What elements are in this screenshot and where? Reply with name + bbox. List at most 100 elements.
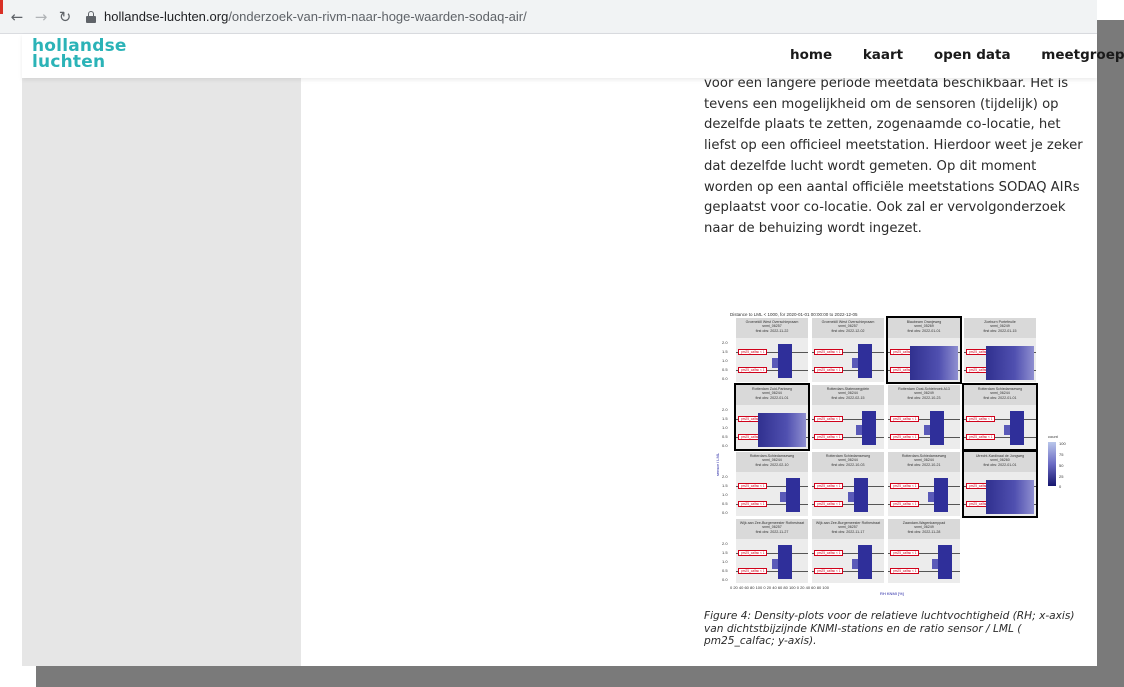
y-tick-label: 2.0 bbox=[722, 407, 728, 412]
panel-header: Groenekill West Overschiepraam snmi_06257… bbox=[812, 318, 884, 338]
density-cloud bbox=[910, 346, 958, 380]
site-logo[interactable]: hollandse luchten bbox=[32, 38, 127, 71]
panel-plot-area: pm25_calfac < 1 pm25_calfac < 1 bbox=[812, 338, 884, 382]
legend-value: 50 bbox=[1059, 463, 1064, 468]
density-cloud bbox=[854, 478, 868, 512]
x-axis-ticks: 0 20 40 60 80 100 0 20 40 60 80 100 0 20… bbox=[730, 585, 829, 590]
main-nav: home kaart open data meetgroepen bbox=[790, 47, 1124, 63]
panel-first-obs: first obs: 2022-01-01 bbox=[907, 328, 941, 333]
panel-plot-area: pm25_calfac < 1 pm25_calfac < 1 bbox=[888, 472, 960, 516]
panel-plot-area: pm25_calfac < 1 pm25_calfac < 1 bbox=[888, 539, 960, 583]
y-tick-label: 0.5 bbox=[722, 367, 728, 372]
y-tick-label: 0.5 bbox=[722, 434, 728, 439]
legend-value: 100 bbox=[1059, 441, 1066, 446]
y-tick-label: 2.0 bbox=[722, 340, 728, 345]
backdrop-bottom bbox=[36, 666, 1124, 687]
density-panel: Groenekill West Overschiepraam snmi_06257… bbox=[736, 318, 808, 382]
panel-header: Wijk aan Zee-Burgemeester Rothestraat snm… bbox=[736, 519, 808, 539]
nav-open-data[interactable]: open data bbox=[934, 47, 1011, 63]
density-cloud bbox=[930, 411, 944, 445]
y-tick-label: 0.0 bbox=[722, 577, 728, 582]
panel-header: Zoeburn Portefeuile snmi_06249 first obs: … bbox=[964, 318, 1036, 338]
panel-first-obs: first obs: 2022-01-01 bbox=[983, 395, 1017, 400]
density-cloud bbox=[786, 478, 800, 512]
panel-first-obs: first obs: 2022-02-15 bbox=[831, 395, 865, 400]
count-legend: count 100 75 50 25 0 bbox=[1048, 434, 1072, 494]
browser-address-bar: ← → ↻ hollandse-luchten.org/onderzoek-va… bbox=[0, 0, 1097, 34]
y-tick-label: 2.0 bbox=[722, 541, 728, 546]
panel-header: Rotterdam Zuid-Parkweg snmi_06244 first ob… bbox=[736, 385, 808, 405]
nav-kaart[interactable]: kaart bbox=[863, 47, 903, 63]
panel-tag: pm25_calfac < 1 bbox=[814, 550, 844, 556]
panel-first-obs: first obs: 2022-11-27 bbox=[755, 529, 789, 534]
density-cloud bbox=[778, 545, 792, 579]
panel-plot-area: pm25_calfac < 1 pm25_calfac < 1 bbox=[888, 338, 960, 382]
density-panel: Rotterdam Schiedamseweg snmi_06244 first o… bbox=[962, 383, 1038, 451]
density-panel: Zaandam-Wagenkamppad snmi_06249 first obs:… bbox=[888, 519, 960, 583]
panel-header: Utrecht-Kardinaal de Jongweg snmi_06260 fi… bbox=[964, 452, 1036, 472]
y-tick-label: 0.0 bbox=[722, 510, 728, 515]
panel-tag: pm25_calfac < 1 bbox=[814, 367, 844, 373]
x-axis-label: RH KNMI [%] bbox=[880, 591, 904, 596]
y-tick-label: 1.0 bbox=[722, 492, 728, 497]
density-panel: Wijk aan Zee-Burgemeester Rothestraat snm… bbox=[812, 519, 884, 583]
lock-icon[interactable] bbox=[86, 11, 96, 23]
panel-first-obs: first obs: 2022-01-01 bbox=[755, 395, 789, 400]
panel-plot-area: pm25_calfac < 1 pm25_calfac < 1 bbox=[964, 405, 1036, 449]
panel-tag: pm25_calfac < 1 bbox=[814, 483, 844, 489]
y-tick-label: 1.5 bbox=[722, 349, 728, 354]
panel-plot-area: pm25_calfac < 1 pm25_calfac < 1 bbox=[736, 405, 808, 449]
y-tick-label: 1.0 bbox=[722, 559, 728, 564]
panel-tag: pm25_calfac < 1 bbox=[966, 434, 996, 440]
panel-header: Groenekill West Overschiepraam snmi_06257… bbox=[736, 318, 808, 338]
nav-home[interactable]: home bbox=[790, 47, 832, 63]
density-cloud bbox=[862, 411, 876, 445]
panel-tag: pm25_calfac < 1 bbox=[814, 501, 844, 507]
panel-first-obs: first obs: 2022-11-28 bbox=[907, 529, 941, 534]
panel-tag: pm25_calfac < 1 bbox=[814, 568, 844, 574]
panel-first-obs: first obs: 2022-02-10 bbox=[755, 462, 789, 467]
panel-plot-area: pm25_calfac < 1 pm25_calfac < 1 bbox=[812, 539, 884, 583]
density-panel: Rotterdam Zuid-Parkweg snmi_06244 first ob… bbox=[734, 383, 810, 451]
panel-header: Rotterdam Schiedamseweg snmi_06244 first o… bbox=[964, 385, 1036, 405]
article-paragraph: voor een langere periode meetdata beschi… bbox=[704, 76, 1083, 236]
panel-plot-area: pm25_calfac < 1 pm25_calfac < 1 bbox=[736, 539, 808, 583]
panel-plot-area: pm25_calfac < 1 pm25_calfac < 1 bbox=[736, 338, 808, 382]
panel-tag: pm25_calfac < 1 bbox=[814, 416, 844, 422]
panel-tag: pm25_calfac < 1 bbox=[738, 367, 768, 373]
density-plot-figure: Distance to LML < 1000, for 2020-01-01 0… bbox=[715, 312, 1066, 597]
density-cloud bbox=[986, 480, 1034, 514]
panel-tag: pm25_calfac < 1 bbox=[738, 349, 768, 355]
legend-value: 0 bbox=[1059, 484, 1062, 489]
panel-tag: pm25_calfac < 1 bbox=[738, 550, 768, 556]
panel-header: Rotterdam-Schiedamseweg snmi_06244 first o… bbox=[888, 452, 960, 472]
panel-first-obs: first obs: 2022-01-15 bbox=[983, 328, 1017, 333]
legend-value: 25 bbox=[1059, 474, 1064, 479]
panel-plot-area: pm25_calfac < 1 pm25_calfac < 1 bbox=[964, 338, 1036, 382]
reload-icon[interactable]: ↻ bbox=[56, 8, 74, 26]
forward-arrow-icon[interactable]: → bbox=[32, 8, 50, 26]
panel-tag: pm25_calfac < 1 bbox=[738, 568, 768, 574]
panel-first-obs: first obs: 2022-10-23 bbox=[907, 395, 941, 400]
density-cloud bbox=[986, 346, 1034, 380]
y-tick-label: 1.0 bbox=[722, 425, 728, 430]
nav-meetgroepen[interactable]: meetgroepen bbox=[1041, 47, 1124, 63]
density-panel: Rotterdam-Schiedamseweg snmi_06244 first o… bbox=[888, 452, 960, 516]
window-edge bbox=[0, 0, 3, 14]
panel-tag: pm25_calfac < 1 bbox=[738, 501, 768, 507]
url-field[interactable]: hollandse-luchten.org/onderzoek-van-rivm… bbox=[104, 9, 527, 25]
y-tick-label: 0.5 bbox=[722, 501, 728, 506]
panel-first-obs: first obs: 2022-11-17 bbox=[831, 529, 865, 534]
density-cloud bbox=[1010, 411, 1024, 445]
density-panel: Zoeburn Portefeuile snmi_06249 first obs: … bbox=[964, 318, 1036, 382]
panel-tag: pm25_calfac < 1 bbox=[890, 501, 920, 507]
panel-header: Rotterdam-Statenwegplein snmi_06244 first … bbox=[812, 385, 884, 405]
panel-header: Rotterdam Schiedamseweg snmi_06244 first o… bbox=[812, 452, 884, 472]
y-tick-label: 2.0 bbox=[722, 474, 728, 479]
panel-tag: pm25_calfac < 1 bbox=[738, 483, 768, 489]
panel-tag: pm25_calfac < 1 bbox=[814, 349, 844, 355]
url-host: hollandse-luchten.org bbox=[104, 9, 229, 24]
density-panel: Groenekill West Overschiepraam snmi_06257… bbox=[812, 318, 884, 382]
back-arrow-icon[interactable]: ← bbox=[8, 8, 26, 26]
density-panel: Rotterdam-Statenwegplein snmi_06244 first … bbox=[812, 385, 884, 449]
